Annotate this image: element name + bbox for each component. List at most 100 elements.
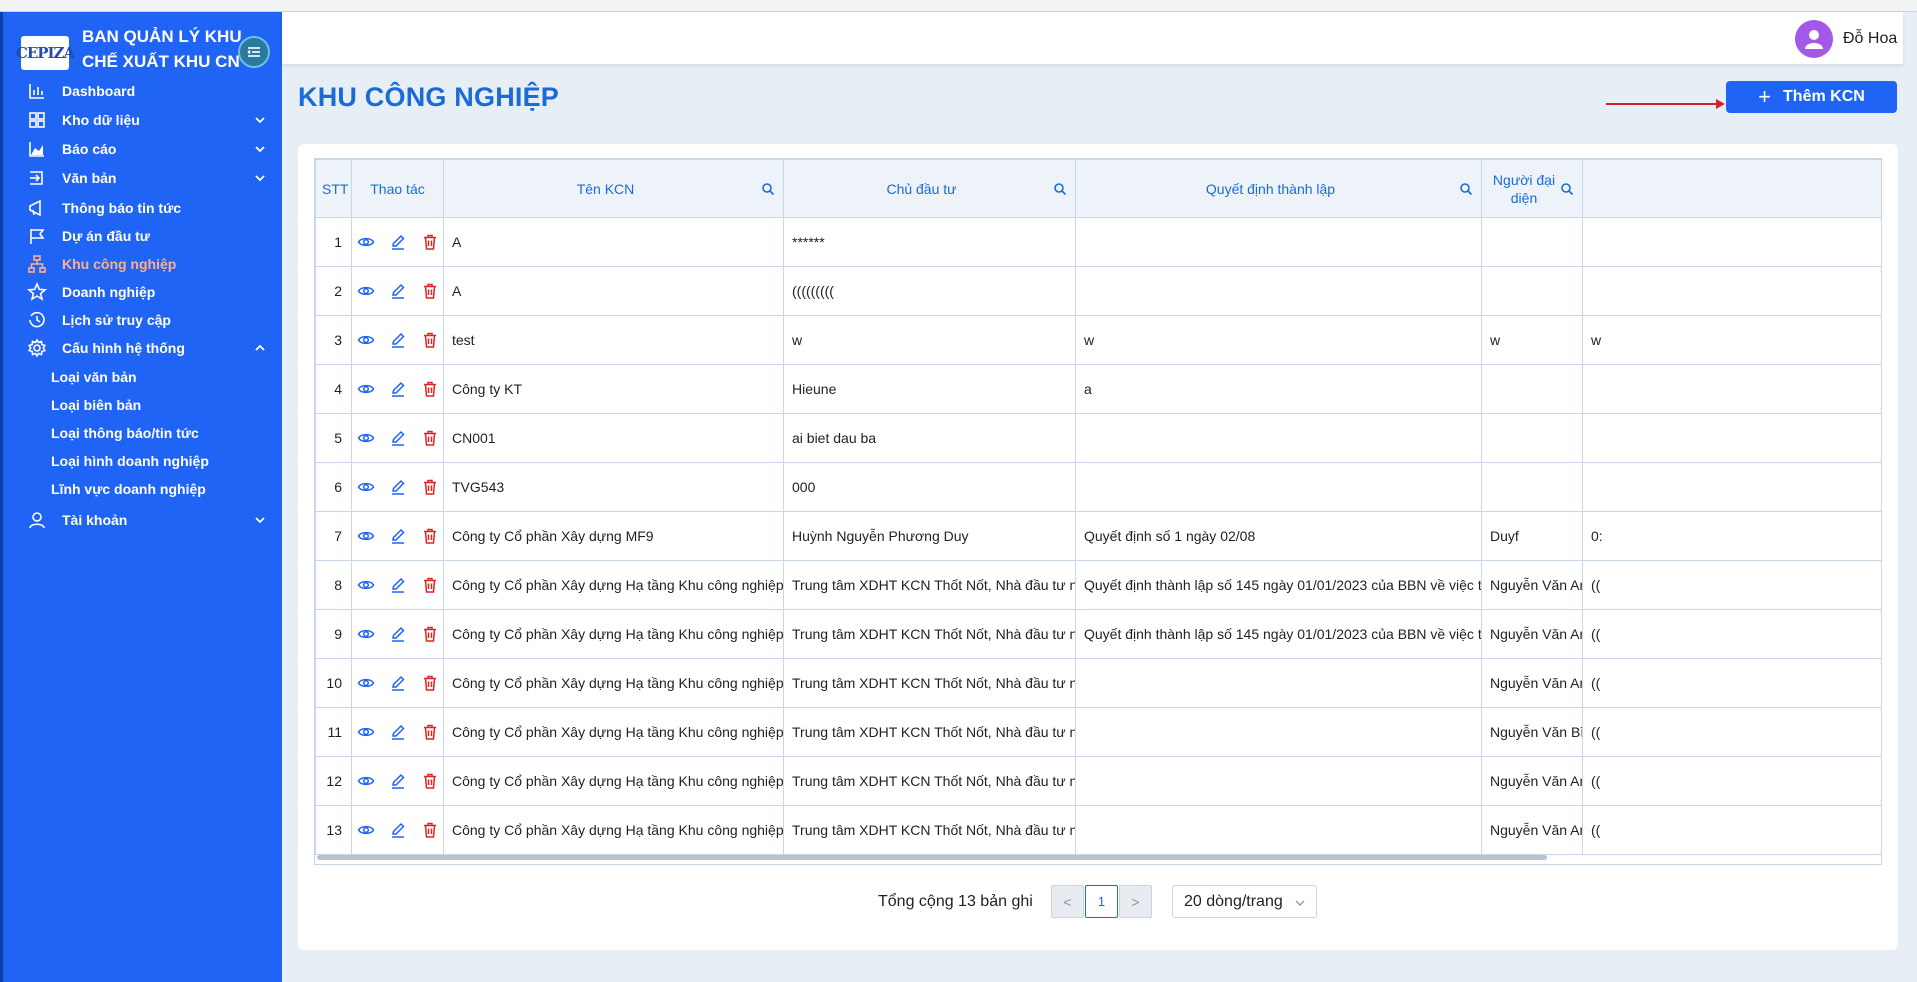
- edit-icon[interactable]: [389, 772, 407, 790]
- sidebar-toggle-button[interactable]: [238, 36, 270, 68]
- search-icon[interactable]: [1053, 182, 1067, 196]
- delete-icon[interactable]: [421, 478, 439, 496]
- search-icon[interactable]: [761, 182, 775, 196]
- cell-investor: (((((((((: [783, 266, 1076, 316]
- sidebar-item-label: Thông báo tin tức: [62, 200, 182, 216]
- cell-name: Công ty Cổ phần Xây dựng Hạ tầng Khu côn…: [443, 658, 784, 708]
- edit-icon[interactable]: [389, 380, 407, 398]
- logo: CEPIZA: [16, 36, 75, 70]
- delete-icon[interactable]: [421, 527, 439, 545]
- avatar[interactable]: [1795, 20, 1833, 58]
- delete-icon[interactable]: [421, 380, 439, 398]
- cell-representative: Nguyễn Văn An: [1481, 658, 1583, 708]
- edit-icon[interactable]: [389, 674, 407, 692]
- table-body: 1 A ****** 2 A(((((((((3 test w w w w 4 Công ty KT H…: [315, 217, 1881, 855]
- edit-icon[interactable]: [389, 527, 407, 545]
- view-icon[interactable]: [357, 380, 375, 398]
- col-name-label: Tên KCN: [576, 180, 635, 197]
- edit-icon[interactable]: [389, 429, 407, 447]
- view-icon[interactable]: [357, 233, 375, 251]
- sidebar-subitem-label: Loại thông báo/tin tức: [51, 425, 199, 441]
- delete-icon[interactable]: [421, 282, 439, 300]
- sidebar-item-documents[interactable]: Văn bản: [3, 161, 282, 195]
- cell-actions: [351, 609, 444, 659]
- cell-extra: [1582, 266, 1881, 316]
- delete-icon[interactable]: [421, 723, 439, 741]
- cell-stt: 9: [315, 609, 352, 659]
- table-row: 11 Công ty Cổ phần Xây dựng Hạ tầng Khu c…: [315, 707, 1881, 757]
- search-icon[interactable]: [1560, 182, 1574, 196]
- col-stt: STT: [315, 159, 352, 218]
- page-title: KHU CÔNG NGHIỆP: [298, 82, 560, 112]
- edit-icon[interactable]: [389, 723, 407, 741]
- view-icon[interactable]: [357, 772, 375, 790]
- view-icon[interactable]: [357, 331, 375, 349]
- cell-representative: Nguyễn Văn An: [1481, 609, 1583, 659]
- cell-actions: [351, 511, 444, 561]
- add-kcn-button[interactable]: + Thêm KCN: [1726, 81, 1897, 113]
- col-representative-label: Người đại diện: [1492, 171, 1556, 206]
- edit-icon[interactable]: [389, 625, 407, 643]
- edit-icon[interactable]: [389, 331, 407, 349]
- history-icon: [26, 309, 48, 331]
- sidebar-item-label: Cấu hình hệ thống: [62, 340, 185, 356]
- horizontal-scrollbar[interactable]: [317, 855, 1547, 860]
- view-icon[interactable]: [357, 674, 375, 692]
- chevron-down-icon: [255, 517, 265, 524]
- edit-icon[interactable]: [389, 478, 407, 496]
- table-header-row: STT Thao tác Tên KCN Chủ đầu tư Quyết đị…: [315, 159, 1881, 218]
- cell-name: test: [443, 315, 784, 365]
- delete-icon[interactable]: [421, 821, 439, 839]
- flag-icon: [26, 225, 48, 247]
- cell-extra: [1582, 462, 1881, 512]
- sidebar-item-label: Dashboard: [62, 83, 136, 99]
- table-row: 6 TVG543 000: [315, 462, 1881, 512]
- cell-investor: 000: [783, 462, 1076, 512]
- edit-icon[interactable]: [389, 576, 407, 594]
- delete-icon[interactable]: [421, 772, 439, 790]
- edit-icon[interactable]: [389, 233, 407, 251]
- cell-actions: [351, 217, 444, 267]
- view-icon[interactable]: [357, 282, 375, 300]
- page-1-button[interactable]: 1: [1085, 885, 1118, 918]
- delete-icon[interactable]: [421, 331, 439, 349]
- view-icon[interactable]: [357, 821, 375, 839]
- sidebar-item-label: Văn bản: [62, 170, 117, 186]
- delete-icon[interactable]: [421, 429, 439, 447]
- search-icon[interactable]: [1459, 182, 1473, 196]
- delete-icon[interactable]: [421, 576, 439, 594]
- sidebar-subitem-enterprise-fields[interactable]: Lĩnh vực doanh nghiệp: [3, 472, 282, 506]
- add-kcn-label: Thêm KCN: [1783, 88, 1865, 105]
- row-actions: [353, 723, 443, 741]
- view-icon[interactable]: [357, 429, 375, 447]
- view-icon[interactable]: [357, 527, 375, 545]
- cell-name: TVG543: [443, 462, 784, 512]
- org-chart-icon: [26, 253, 48, 275]
- view-icon[interactable]: [357, 625, 375, 643]
- cell-investor: Hieune: [783, 364, 1076, 414]
- sidebar-item-account[interactable]: Tài khoản: [3, 503, 282, 537]
- view-icon[interactable]: [357, 478, 375, 496]
- user-avatar-icon: [1805, 30, 1823, 49]
- next-page-button[interactable]: >: [1119, 885, 1152, 918]
- cell-extra: [1582, 413, 1881, 463]
- delete-icon[interactable]: [421, 674, 439, 692]
- bar-chart-icon: [26, 80, 48, 102]
- row-actions: [353, 331, 443, 349]
- edit-icon[interactable]: [389, 821, 407, 839]
- edit-icon[interactable]: [389, 282, 407, 300]
- user-name[interactable]: Đỗ Hoa: [1843, 30, 1897, 48]
- col-decision: Quyết định thành lập: [1075, 159, 1482, 218]
- row-actions: [353, 429, 443, 447]
- delete-icon[interactable]: [421, 625, 439, 643]
- page-size-select[interactable]: 20 dòng/trang: [1172, 885, 1317, 918]
- cell-representative: [1481, 462, 1583, 512]
- cell-stt: 4: [315, 364, 352, 414]
- view-icon[interactable]: [357, 576, 375, 594]
- cell-extra: ((: [1582, 756, 1881, 806]
- table-row: 3 test w w w w: [315, 315, 1881, 365]
- prev-page-button[interactable]: <: [1051, 885, 1084, 918]
- delete-icon[interactable]: [421, 233, 439, 251]
- view-icon[interactable]: [357, 723, 375, 741]
- sidebar-item-label: Dự án đầu tư: [62, 228, 150, 244]
